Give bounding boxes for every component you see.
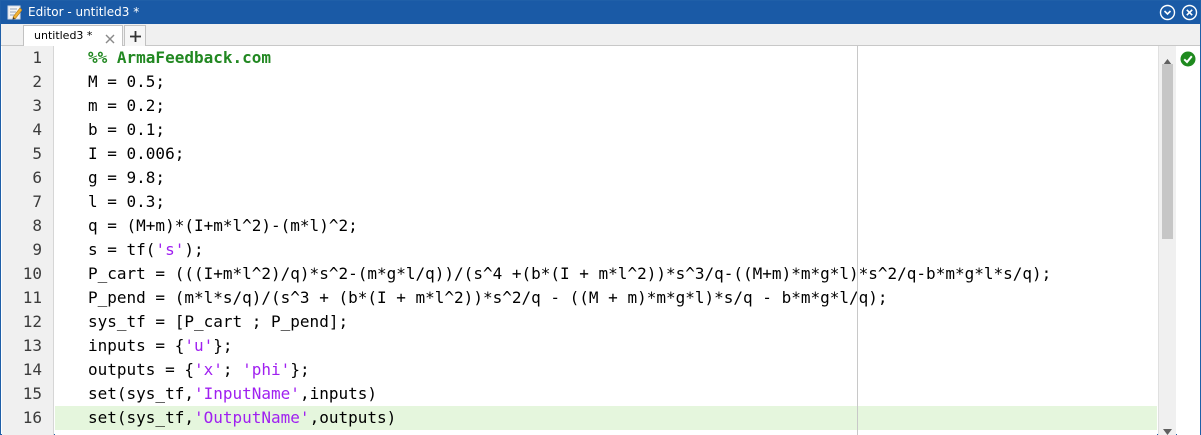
code-text: }; bbox=[213, 336, 233, 355]
editor-window: Editor - untitled3 * untitled3 * 1 2 3 4… bbox=[0, 0, 1201, 435]
code-line[interactable]: l = 0.3; bbox=[55, 190, 1157, 214]
string-literal: 'InputName' bbox=[193, 384, 300, 403]
code-text: P_pend = (m*l*s/q)/(s^3 + (b*(I + m*l^2)… bbox=[88, 288, 888, 307]
code-text: set(sys_tf, bbox=[88, 384, 194, 403]
line-number[interactable]: 8 bbox=[2, 214, 42, 238]
code-text: ); bbox=[184, 240, 204, 259]
line-number[interactable]: 14 bbox=[2, 358, 42, 382]
code-text: ,outputs) bbox=[309, 408, 397, 427]
code-text: l = 0.3; bbox=[88, 192, 166, 211]
line-number-gutter[interactable]: 1 2 3 4 5 6 7 8 9 10 11 12 13 14 15 16 bbox=[2, 46, 54, 435]
code-line[interactable]: s = tf('s'); bbox=[55, 238, 1157, 262]
code-text: P_cart = (((I+m*l^2)/q)*s^2-(m*g*l/q))/(… bbox=[88, 264, 1052, 283]
string-literal: 'x' bbox=[193, 360, 223, 379]
code-line[interactable]: P_cart = (((I+m*l^2)/q)*s^2-(m*g*l/q))/(… bbox=[55, 262, 1157, 286]
code-text: m = 0.2; bbox=[88, 96, 166, 115]
code-line[interactable]: M = 0.5; bbox=[55, 70, 1157, 94]
code-text: M = 0.5; bbox=[88, 72, 166, 91]
line-number[interactable]: 13 bbox=[2, 334, 42, 358]
scrollbar-thumb[interactable] bbox=[1162, 64, 1173, 239]
scroll-down-arrow-icon[interactable] bbox=[1163, 420, 1172, 435]
code-text: outputs = { bbox=[88, 360, 194, 379]
line-number[interactable]: 15 bbox=[2, 382, 42, 406]
code-text: inputs = { bbox=[88, 336, 185, 355]
plus-icon bbox=[130, 31, 141, 42]
cell-title: %% ArmaFeedback.com bbox=[88, 48, 272, 67]
vertical-scrollbar[interactable] bbox=[1158, 46, 1176, 435]
line-number[interactable]: 6 bbox=[2, 166, 42, 190]
code-line[interactable]: inputs = {'u'}; bbox=[55, 334, 1157, 358]
code-line[interactable]: g = 9.8; bbox=[55, 166, 1157, 190]
code-line[interactable]: set(sys_tf,'OutputName',outputs) bbox=[55, 406, 1157, 430]
code-text: ; bbox=[222, 360, 243, 379]
editor-pencil-icon bbox=[7, 5, 23, 20]
close-x-icon[interactable] bbox=[104, 30, 116, 44]
code-text: g = 9.8; bbox=[88, 168, 166, 187]
code-line[interactable]: m = 0.2; bbox=[55, 94, 1157, 118]
code-text: set(sys_tf, bbox=[88, 408, 194, 427]
line-number[interactable]: 10 bbox=[2, 262, 42, 286]
code-text: sys_tf = [P_cart ; P_pend]; bbox=[88, 312, 349, 331]
line-number[interactable]: 1 bbox=[2, 46, 42, 70]
string-literal: 'OutputName' bbox=[193, 408, 310, 427]
chevron-circle-down-icon[interactable] bbox=[1159, 4, 1176, 21]
line-number[interactable]: 7 bbox=[2, 190, 42, 214]
line-number[interactable]: 5 bbox=[2, 142, 42, 166]
window-title: Editor - untitled3 * bbox=[28, 5, 140, 19]
code-line[interactable]: q = (M+m)*(I+m*l^2)-(m*l)^2; bbox=[55, 214, 1157, 238]
code-text: I = 0.006; bbox=[88, 144, 185, 163]
code-text: b = 0.1; bbox=[88, 120, 166, 139]
tab-untitled3[interactable]: untitled3 * bbox=[23, 25, 123, 46]
code-text: ,inputs) bbox=[299, 384, 377, 403]
right-text-limit-line bbox=[857, 46, 858, 435]
code-line[interactable]: set(sys_tf,'InputName',inputs) bbox=[55, 382, 1157, 406]
line-number[interactable]: 3 bbox=[2, 94, 42, 118]
string-literal: 'u' bbox=[184, 336, 214, 355]
code-line[interactable]: outputs = {'x'; 'phi'}; bbox=[55, 358, 1157, 382]
close-circle-icon[interactable] bbox=[1181, 4, 1198, 21]
line-number[interactable]: 16 bbox=[2, 406, 42, 430]
code-line[interactable]: I = 0.006; bbox=[55, 142, 1157, 166]
code-text: }; bbox=[290, 360, 310, 379]
code-editor[interactable]: %% ArmaFeedback.com M = 0.5; m = 0.2; b = 0… bbox=[55, 46, 1157, 435]
code-line[interactable]: sys_tf = [P_cart ; P_pend]; bbox=[55, 310, 1157, 334]
title-bar[interactable]: Editor - untitled3 * bbox=[1, 1, 1200, 24]
string-literal: 'phi' bbox=[242, 360, 291, 379]
add-tab-button[interactable] bbox=[124, 25, 146, 46]
code-line[interactable]: %% ArmaFeedback.com bbox=[55, 46, 1157, 70]
code-line[interactable]: P_pend = (m*l*s/q)/(s^3 + (b*(I + m*l^2)… bbox=[55, 286, 1157, 310]
line-number[interactable]: 4 bbox=[2, 118, 42, 142]
line-number[interactable]: 9 bbox=[2, 238, 42, 262]
tab-strip: untitled3 * bbox=[1, 24, 1200, 46]
check-circle-icon[interactable] bbox=[1180, 51, 1196, 67]
code-text: q = (M+m)*(I+m*l^2)-(m*l)^2; bbox=[88, 216, 358, 235]
line-number[interactable]: 2 bbox=[2, 70, 42, 94]
code-text: s = tf( bbox=[88, 240, 156, 259]
line-number[interactable]: 12 bbox=[2, 310, 42, 334]
tab-label: untitled3 * bbox=[34, 29, 93, 42]
code-analyzer-column bbox=[1177, 46, 1200, 435]
string-literal: 's' bbox=[155, 240, 185, 259]
code-line[interactable]: b = 0.1; bbox=[55, 118, 1157, 142]
line-number[interactable]: 11 bbox=[2, 286, 42, 310]
